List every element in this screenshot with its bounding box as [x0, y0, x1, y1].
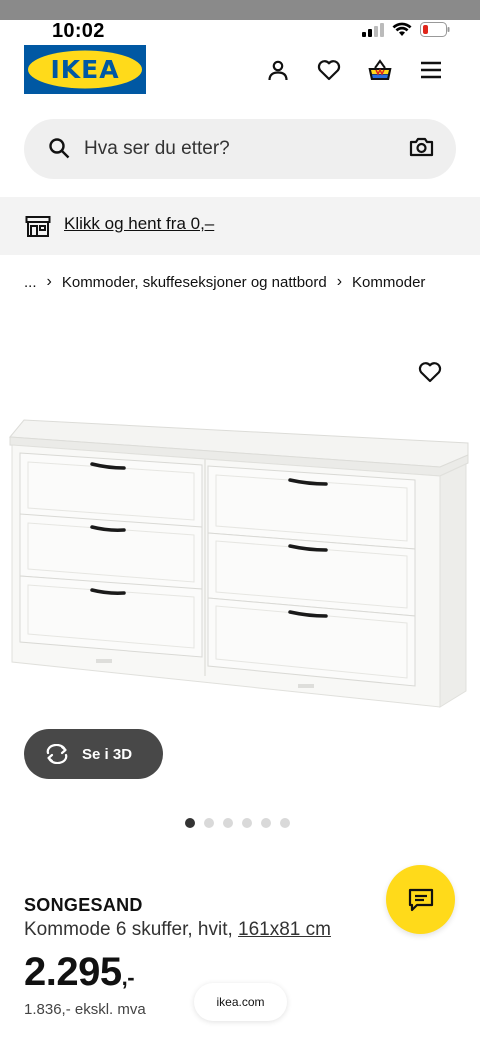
menu-icon — [421, 61, 441, 79]
view-3d-label: Se i 3D — [82, 745, 133, 763]
product-image[interactable] — [0, 410, 480, 720]
click-collect-link[interactable]: Klikk og hent fra 0,– — [64, 214, 214, 234]
system-top-strip — [0, 0, 480, 20]
wifi-icon — [392, 22, 412, 36]
heart-icon — [418, 362, 442, 383]
header-actions — [265, 57, 444, 83]
breadcrumb-item-subcategory[interactable]: Kommoder — [352, 274, 425, 291]
gallery-dot[interactable] — [242, 818, 252, 828]
user-icon — [268, 60, 288, 81]
gallery-dot[interactable] — [280, 818, 290, 828]
click-collect-banner[interactable]: Klikk og hent fra 0,– — [0, 197, 480, 255]
price-suffix: ,- — [121, 965, 135, 990]
ikea-logo[interactable]: IKEA — [24, 45, 146, 94]
gallery-dot[interactable] — [223, 818, 233, 828]
rotate-3d-icon — [46, 744, 68, 764]
browser-url-pill[interactable]: ikea.com — [194, 983, 287, 1021]
view-3d-button[interactable]: Se i 3D — [24, 729, 163, 779]
profile-button[interactable] — [265, 57, 291, 83]
menu-button[interactable] — [418, 57, 444, 83]
chat-button[interactable] — [386, 865, 455, 934]
breadcrumb-ellipsis[interactable]: ... — [24, 274, 37, 291]
heart-icon — [317, 60, 341, 81]
product-description-text: Kommode 6 skuffer, hvit, — [24, 919, 239, 940]
signal-icon — [362, 22, 384, 37]
price-value: 2.295 — [24, 950, 122, 994]
breadcrumb-item-category[interactable]: Kommoder, skuffeseksjoner og nattbord — [62, 274, 327, 291]
basket-icon — [368, 59, 392, 80]
gallery-dot[interactable] — [261, 818, 271, 828]
product-price: 2.295,- — [24, 950, 135, 995]
price-excluding-vat: 1.836,- ekskl. mva — [24, 1001, 146, 1018]
store-icon — [25, 216, 51, 237]
search-bar[interactable]: Hva ser du etter? — [24, 119, 456, 179]
chat-icon — [408, 888, 433, 911]
gallery-pagination — [185, 818, 290, 828]
chevron-right-icon: › — [336, 273, 343, 290]
basket-button[interactable] — [367, 57, 393, 83]
status-time: 10:02 — [52, 20, 105, 42]
product-description: Kommode 6 skuffer, hvit, 161x81 cm — [24, 919, 331, 941]
chevron-right-icon: › — [46, 273, 52, 290]
favourite-product-button[interactable] — [418, 361, 442, 388]
favourites-button[interactable] — [316, 57, 342, 83]
gallery-dot[interactable] — [204, 818, 214, 828]
search-icon — [49, 138, 70, 159]
camera-icon[interactable] — [409, 136, 434, 158]
product-dimensions-link[interactable]: 161x81 cm — [238, 919, 331, 940]
search-placeholder[interactable]: Hva ser du etter? — [84, 138, 230, 160]
product-name: SONGESAND — [24, 895, 143, 915]
status-icons — [362, 22, 450, 37]
breadcrumb: ... › Kommoder, skuffeseksjoner og nattb… — [24, 273, 425, 291]
battery-icon — [420, 22, 450, 37]
svg-text:IKEA: IKEA — [50, 55, 119, 84]
gallery-dot[interactable] — [185, 818, 195, 828]
